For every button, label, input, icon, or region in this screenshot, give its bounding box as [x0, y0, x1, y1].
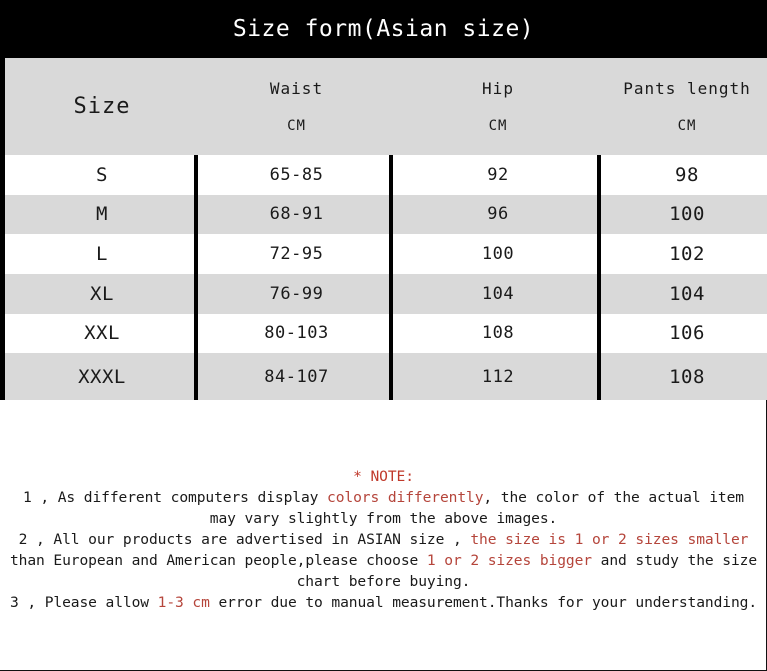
note-1-highlight: colors differently: [327, 489, 484, 506]
note-heading: * NOTE:: [353, 468, 414, 485]
column-header-hip-unit: CM: [488, 118, 508, 134]
note-2-highlight-2: 1 or 2 sizes bigger: [426, 552, 592, 569]
cell-pants-length: 106: [602, 313, 767, 354]
column-header-waist-unit: CM: [287, 118, 306, 134]
page-title: Size form(Asian size): [232, 16, 535, 42]
column-header-size: Size: [5, 58, 199, 155]
cell-size: XXXL: [5, 353, 199, 400]
cell-size: XXL: [5, 313, 199, 354]
table-row: XXXL 84-107 112 108: [5, 353, 767, 400]
cell-hip: 96: [394, 194, 602, 235]
title-bar: Size form(Asian size): [0, 0, 767, 58]
column-header-pants-length: Pants length CM: [602, 58, 767, 155]
size-table-wrapper: Size Waist CM Hip CM Pants length CM S 6…: [0, 58, 767, 400]
note-2-highlight-1: the size is 1 or 2 sizes smaller: [470, 531, 749, 548]
cell-size: XL: [5, 273, 199, 314]
size-chart-page: Size form(Asian size) Size Waist CM Hip …: [0, 0, 767, 671]
column-header-pants-length-unit: CM: [677, 118, 697, 134]
cell-hip: 100: [394, 234, 602, 274]
notes-section: * NOTE: 1 , As different computers displ…: [0, 466, 767, 613]
cell-waist: 80-103: [199, 313, 394, 354]
cell-pants-length: 104: [602, 273, 767, 314]
table-row: XXL 80-103 108 106: [5, 313, 767, 354]
note-item-2: 2 , All our products are advertised in A…: [6, 529, 761, 592]
note-3-text-a: 3 , Please allow: [9, 594, 158, 611]
cell-pants-length: 100: [602, 194, 767, 235]
cell-waist: 76-99: [199, 273, 394, 314]
cell-waist: 68-91: [199, 194, 394, 235]
table-row: XL 76-99 104 104: [5, 273, 767, 314]
note-item-1: 1 , As different computers display color…: [6, 487, 761, 529]
table-row: S 65-85 92 98: [5, 155, 767, 195]
cell-hip: 92: [394, 155, 602, 195]
table-row: L 72-95 100 102: [5, 234, 767, 274]
cell-size: L: [5, 234, 199, 274]
note-3-highlight: 1-3 cm: [157, 594, 210, 611]
table-header-row: Size Waist CM Hip CM Pants length CM: [5, 58, 767, 155]
column-header-pants-length-label: Pants length: [623, 79, 751, 98]
size-table: Size Waist CM Hip CM Pants length CM S 6…: [5, 58, 767, 400]
cell-size: M: [5, 194, 199, 235]
cell-waist: 72-95: [199, 234, 394, 274]
cell-pants-length: 108: [602, 353, 767, 400]
size-table-head: Size Waist CM Hip CM Pants length CM: [5, 58, 767, 155]
column-header-hip-label: Hip: [482, 79, 514, 98]
cell-waist: 65-85: [199, 155, 394, 195]
cell-pants-length: 98: [602, 155, 767, 195]
note-item-3: 3 , Please allow 1-3 cm error due to man…: [6, 592, 761, 613]
column-header-waist-label: Waist: [269, 79, 324, 98]
cell-hip: 112: [394, 353, 602, 400]
cell-hip: 108: [394, 313, 602, 354]
cell-size: S: [5, 155, 199, 195]
note-3-text-b: error due to manual measurement.Thanks f…: [209, 594, 758, 611]
cell-hip: 104: [394, 273, 602, 314]
table-row: M 68-91 96 100: [5, 194, 767, 235]
column-header-waist: Waist CM: [199, 58, 394, 155]
note-2-text-a: 2 , All our products are advertised in A…: [18, 531, 471, 548]
size-table-body: S 65-85 92 98 M 68-91 96 100 L 72-95 100…: [5, 155, 767, 400]
cell-pants-length: 102: [602, 234, 767, 274]
column-header-hip: Hip CM: [394, 58, 602, 155]
note-1-text-a: 1 , As different computers display: [23, 489, 328, 506]
cell-waist: 84-107: [199, 353, 394, 400]
note-2-text-b: than European and American people,please…: [9, 552, 427, 569]
